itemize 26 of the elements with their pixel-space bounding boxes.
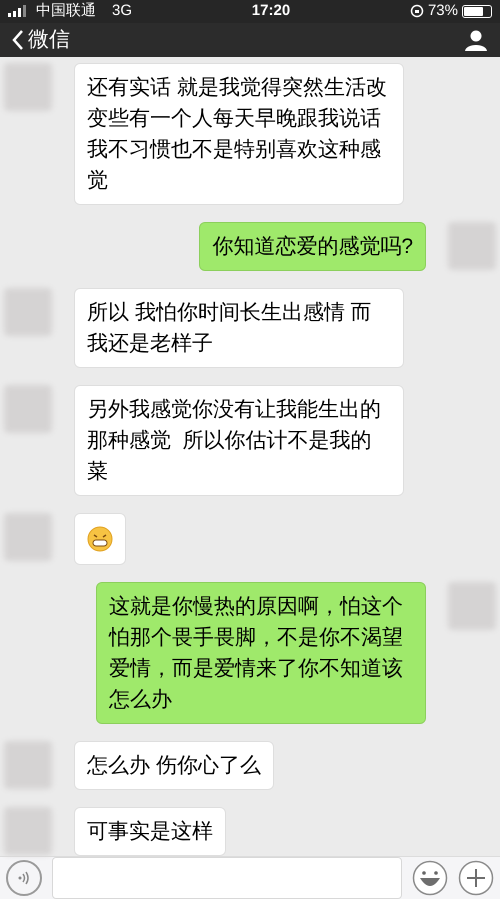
voice-button[interactable] bbox=[6, 860, 42, 896]
smiley-icon bbox=[412, 860, 448, 896]
profile-button[interactable] bbox=[464, 28, 488, 52]
person-icon bbox=[464, 28, 488, 52]
battery-icon bbox=[462, 4, 492, 18]
message-bubble: 另外我感觉你没有让我能生出的那种感觉 所以你估计不是我的菜 bbox=[74, 385, 404, 496]
back-button[interactable]: 微信 bbox=[12, 24, 70, 56]
message-bubble: 还有实话 就是我觉得突然生活改变些有一个人每天早晚跟我说话我不习惯也不是特别喜欢这种感觉 bbox=[74, 63, 404, 205]
message-bubble: 你知道恋爱的感觉吗? bbox=[199, 222, 426, 271]
add-button[interactable] bbox=[458, 860, 494, 896]
grinning-emoji-icon bbox=[87, 526, 113, 552]
sound-wave-icon bbox=[17, 870, 31, 886]
signal-icon bbox=[8, 5, 28, 18]
message-bubble: 所以 我怕你时间长生出感情 而我还是老样子 bbox=[74, 288, 404, 368]
back-chevron-icon bbox=[12, 28, 24, 51]
clock-time: 17:20 bbox=[252, 1, 290, 21]
carrier-name: 中国联通 bbox=[36, 1, 96, 21]
message-input-field[interactable] bbox=[52, 857, 402, 899]
rotation-lock-icon bbox=[410, 4, 424, 18]
emoji-button[interactable] bbox=[412, 860, 448, 896]
message-bubble: 怎么办 伤你心了么 bbox=[74, 741, 274, 790]
battery-percent: 73% bbox=[428, 1, 458, 21]
message-bubble: 这就是你慢热的原因啊，怕这个怕那个畏手畏脚，不是你不渴望爱情，而是爱情来了你不知道该怎么办 bbox=[96, 582, 426, 724]
message-bubble: 可事实是这样 bbox=[74, 807, 226, 856]
network-type: 3G bbox=[112, 1, 132, 21]
plus-icon bbox=[458, 860, 494, 896]
